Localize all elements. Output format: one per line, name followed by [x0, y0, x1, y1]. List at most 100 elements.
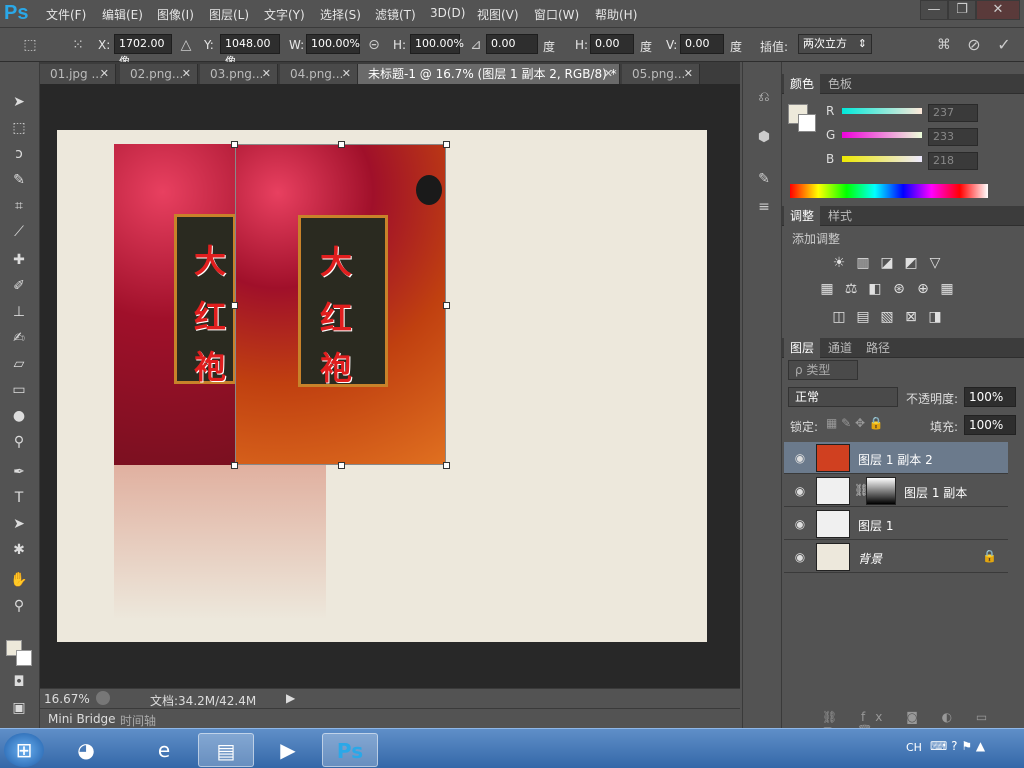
fill-input[interactable]: 100% — [964, 415, 1016, 435]
dodge-tool-icon[interactable]: ⚲ — [8, 432, 30, 452]
ie-icon[interactable]: e — [136, 733, 192, 767]
interpolation-select[interactable]: 两次立方 ⇕ — [798, 34, 872, 54]
color-balance-icon[interactable]: ⚖ — [842, 280, 860, 298]
layer-name[interactable]: 图层 1 — [858, 517, 893, 534]
channel-mixer-icon[interactable]: ⊕ — [914, 280, 932, 298]
brush-presets-icon[interactable]: ≡ — [753, 196, 775, 218]
black-white-icon[interactable]: ◧ — [866, 280, 884, 298]
start-button[interactable]: ⊞ — [4, 733, 44, 767]
vskew-input[interactable]: 0.00 — [680, 34, 724, 54]
visibility-eye-icon[interactable]: ◉ — [792, 516, 808, 532]
screen-mode-icon[interactable]: ▣ — [8, 698, 30, 718]
hand-tool-icon[interactable]: ✋ — [8, 570, 30, 590]
menu-help[interactable]: 帮助(H) — [595, 6, 637, 23]
media-player-icon[interactable]: ▶ — [260, 733, 316, 767]
tab-paths[interactable]: 路径 — [860, 338, 896, 358]
status-info-icon[interactable] — [96, 691, 110, 705]
brush-panel-icon[interactable]: ✎ — [753, 168, 775, 190]
tab-close-icon[interactable]: ✕ — [604, 64, 613, 84]
menu-edit[interactable]: 编辑(E) — [102, 6, 143, 23]
artwork-layer-copy-2[interactable]: 大 红 袍 — [235, 144, 446, 465]
warp-mode-icon[interactable]: ⌘ — [934, 35, 954, 55]
transform-handle-b[interactable] — [338, 462, 345, 469]
layer-row[interactable]: ◉ 背景 🔒 — [784, 541, 1008, 573]
photoshop-taskbar-icon[interactable]: Ps — [322, 733, 378, 767]
layer-name[interactable]: 图层 1 副本 2 — [858, 451, 933, 468]
move-tool-icon[interactable]: ➤ — [8, 92, 30, 112]
b-value-input[interactable]: 218 — [928, 152, 978, 170]
curves-icon[interactable]: ◪ — [878, 254, 896, 272]
tab-05[interactable]: 05.png... ✕ — [622, 64, 700, 84]
menu-3d[interactable]: 3D(D) — [430, 6, 465, 20]
tab-swatches[interactable]: 色板 — [822, 74, 858, 94]
minimize-button[interactable]: — — [920, 0, 948, 20]
tab-close-icon[interactable]: ✕ — [342, 64, 351, 84]
layer-row[interactable]: ◉ 图层 1 — [784, 508, 1008, 540]
tab-02[interactable]: 02.png... ✕ — [120, 64, 198, 84]
gradient-map-icon[interactable]: ◨ — [926, 308, 944, 326]
marquee-tool-icon[interactable]: ⬚ — [8, 118, 30, 138]
tab-channels[interactable]: 通道 — [822, 338, 858, 358]
opacity-input[interactable]: 100% — [964, 387, 1016, 407]
tab-close-icon[interactable]: ✕ — [182, 64, 191, 84]
menu-filter[interactable]: 滤镜(T) — [375, 6, 416, 23]
quick-mask-icon[interactable]: ◘ — [8, 672, 30, 692]
shape-tool-icon[interactable]: ✱ — [8, 540, 30, 560]
g-gradient[interactable] — [842, 132, 922, 138]
brush-tool-icon[interactable]: ✐ — [8, 276, 30, 296]
vibrance-icon[interactable]: ▽ — [926, 254, 944, 272]
brightness-icon[interactable]: ☀ — [830, 254, 848, 272]
layer-name[interactable]: 背景 — [858, 550, 882, 567]
blend-mode-select[interactable]: 正常 — [788, 387, 898, 407]
zoom-tool-icon[interactable]: ⚲ — [8, 596, 30, 616]
crop-tool-icon[interactable]: ⌗ — [8, 196, 30, 216]
relative-position-icon[interactable]: △ — [176, 35, 196, 55]
transform-tool-icon[interactable]: ⬚ — [20, 35, 40, 55]
tab-color[interactable]: 颜色 — [784, 74, 821, 94]
zoom-level[interactable]: 16.67% — [44, 692, 90, 706]
tab-layers[interactable]: 图层 — [784, 338, 821, 358]
layer-kind-filter[interactable]: ρ 类型 — [788, 360, 858, 380]
y-input[interactable]: 1048.00 像 — [220, 34, 280, 68]
tab-mini-bridge[interactable]: Mini Bridge — [48, 712, 116, 726]
color-bg-swatch[interactable] — [798, 114, 816, 132]
hskew-input[interactable]: 0.00 — [590, 34, 634, 54]
exposure-icon[interactable]: ◩ — [902, 254, 920, 272]
menu-select[interactable]: 选择(S) — [320, 6, 361, 23]
history-panel-icon[interactable]: ⎌ — [753, 86, 775, 108]
b-gradient[interactable] — [842, 156, 922, 162]
eraser-tool-icon[interactable]: ▱ — [8, 354, 30, 374]
levels-icon[interactable]: ▥ — [854, 254, 872, 272]
color-lookup-icon[interactable]: ▦ — [938, 280, 956, 298]
cancel-transform-icon[interactable]: ⊘ — [964, 35, 984, 55]
lock-pixels-icon[interactable]: ▦ ✎ ✥ 🔒 — [826, 416, 884, 430]
menu-window[interactable]: 窗口(W) — [534, 6, 579, 23]
tab-close-icon[interactable]: ✕ — [262, 64, 271, 84]
close-window-button[interactable]: ✕ — [976, 0, 1020, 20]
menu-image[interactable]: 图像(I) — [157, 6, 194, 23]
selective-color-icon[interactable]: ⊠ — [902, 308, 920, 326]
r-gradient[interactable] — [842, 108, 922, 114]
transform-handle-t[interactable] — [338, 141, 345, 148]
commit-transform-icon[interactable]: ✓ — [994, 35, 1014, 55]
tab-close-icon[interactable]: ✕ — [684, 64, 693, 84]
tab-adjustments[interactable]: 调整 — [784, 206, 821, 226]
layer-row[interactable]: ◉ 图层 1 副本 2 — [784, 442, 1008, 474]
path-select-icon[interactable]: ➤ — [8, 514, 30, 534]
type-tool-icon[interactable]: T — [8, 488, 30, 508]
layer-row[interactable]: ◉ ⛓ 图层 1 副本 — [784, 475, 1008, 507]
background-color-swatch[interactable] — [16, 650, 32, 666]
quick-select-tool-icon[interactable]: ✎ — [8, 170, 30, 190]
posterize-icon[interactable]: ▤ — [854, 308, 872, 326]
reference-point-icon[interactable]: ⁙ — [68, 35, 88, 55]
transform-handle-br[interactable] — [443, 462, 450, 469]
tab-close-icon[interactable]: ✕ — [100, 64, 109, 84]
tab-untitled-active[interactable]: 未标题-1 @ 16.7% (图层 1 副本 2, RGB/8) * ✕ — [358, 64, 620, 84]
transform-handle-l[interactable] — [231, 302, 238, 309]
layer-name[interactable]: 图层 1 副本 — [904, 484, 967, 501]
blur-tool-icon[interactable]: ● — [8, 406, 30, 426]
taskbar-app-icon[interactable]: ◕ — [58, 733, 114, 767]
ime-indicator[interactable]: CH — [906, 741, 922, 754]
eyedropper-tool-icon[interactable]: ⟋ — [8, 222, 30, 242]
status-menu-arrow-icon[interactable]: ▶ — [286, 691, 295, 705]
